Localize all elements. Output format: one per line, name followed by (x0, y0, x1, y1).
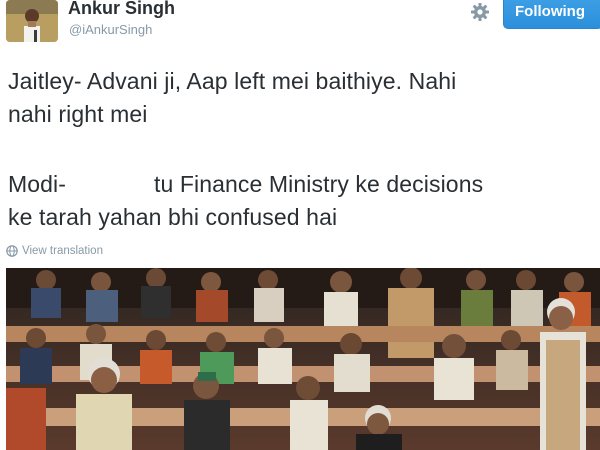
tweet-text-line: nahi right mei (8, 101, 148, 127)
avatar[interactable] (6, 0, 58, 42)
tweet-text-segment: Modi- (8, 171, 67, 197)
tweet-photo[interactable] (6, 268, 600, 450)
gear-icon[interactable] (470, 2, 490, 22)
user-name[interactable]: Ankur Singh (68, 0, 175, 19)
tweet-text-line: Jaitley- Advani ji, Aap left mei baithiy… (8, 68, 457, 94)
tweet-text-line: ke tarah yahan bhi confused hai (8, 204, 338, 230)
view-translation-link[interactable]: View translation (6, 243, 103, 259)
tweet-text-segment: tu Finance Ministry ke decisions (154, 171, 484, 197)
view-translation-label: View translation (22, 245, 103, 257)
tweet-header: Ankur Singh @iAnkurSingh Following (0, 0, 600, 52)
user-handle[interactable]: @iAnkurSingh (69, 22, 152, 37)
following-button[interactable]: Following (503, 0, 600, 29)
tweet-text-line: Modi-tu Finance Ministry ke decisions (8, 171, 598, 198)
globe-icon (6, 245, 18, 257)
